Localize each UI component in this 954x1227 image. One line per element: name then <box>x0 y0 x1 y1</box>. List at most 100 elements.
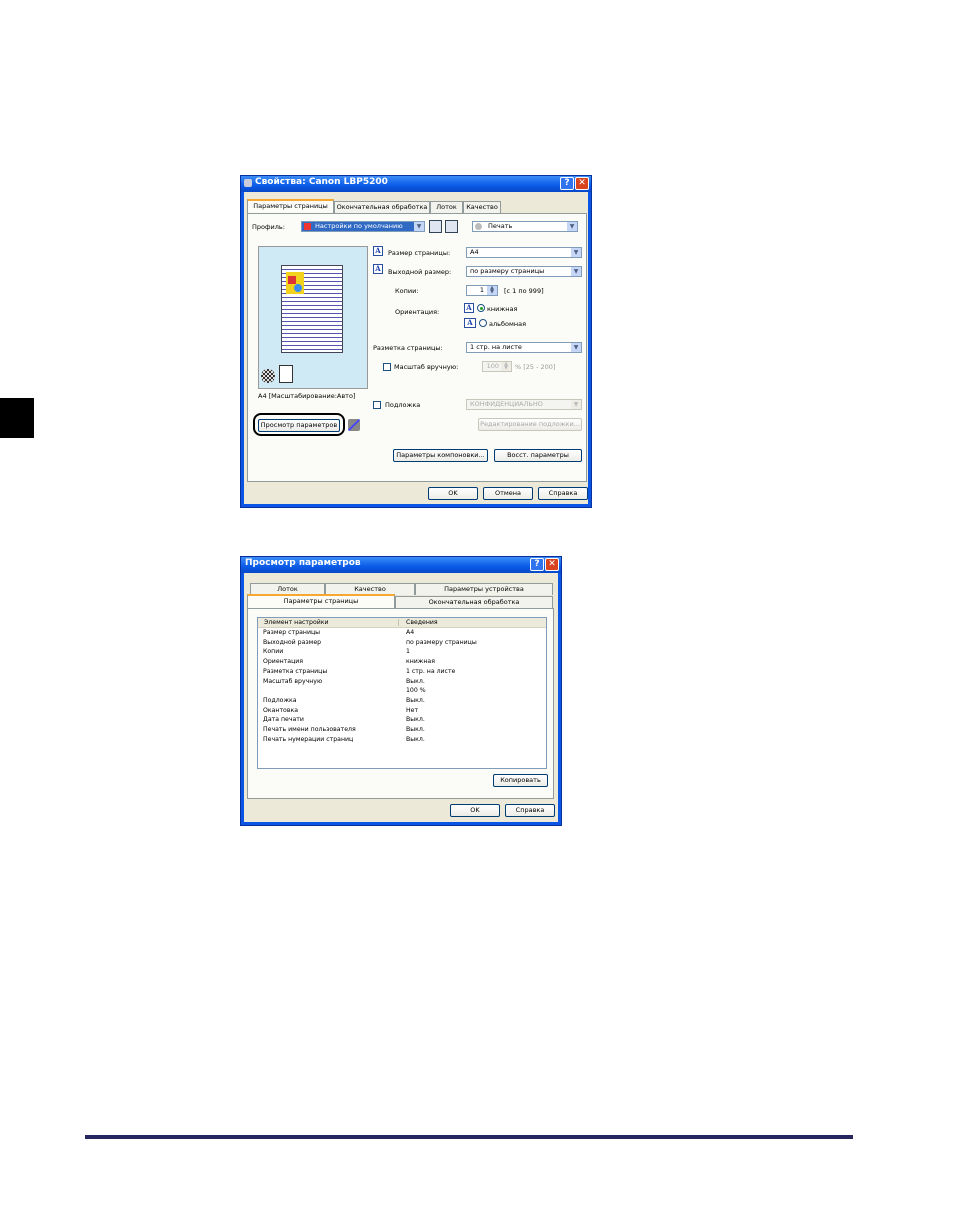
manual-scale-range: % [25 - 200] <box>515 363 556 371</box>
landscape-label: альбомная <box>489 320 527 328</box>
dialog-body: Лоток Качество Параметры устройства Пара… <box>244 573 558 822</box>
portrait-radio[interactable] <box>477 304 485 312</box>
column-header-info[interactable]: Сведения <box>406 619 438 626</box>
setting-value: 1 <box>406 648 410 656</box>
chevron-down-icon[interactable]: ▼ <box>571 343 581 352</box>
help-button[interactable]: Справка <box>505 804 555 817</box>
ok-button[interactable]: OK <box>450 804 500 817</box>
title-bar: Просмотр параметров ? ✕ <box>241 557 561 573</box>
manual-scale-checkbox[interactable] <box>383 363 391 371</box>
page-size-select[interactable]: A4 ▼ <box>466 247 582 258</box>
highlight-circle <box>253 413 345 436</box>
column-divider <box>398 619 399 626</box>
setting-value: A4 <box>406 629 415 636</box>
copies-range: [с 1 по 999] <box>504 287 544 295</box>
chevron-down-icon[interactable]: ▼ <box>567 222 577 231</box>
close-icon[interactable]: ✕ <box>575 177 589 190</box>
help-icon[interactable]: ? <box>530 558 544 571</box>
edit-profile-icon[interactable] <box>445 220 458 233</box>
spinner-arrows-icon: ▲ ▼ <box>501 362 511 371</box>
profile-value: Настройки по умолчанию <box>315 222 403 230</box>
setting-value: Выкл. <box>406 696 425 704</box>
setting-value: Выкл. <box>406 735 425 743</box>
copy-button[interactable]: Копировать <box>493 774 548 787</box>
setting-item: Ориентация <box>263 658 304 666</box>
restore-defaults-button[interactable]: Восст. параметры <box>494 449 582 462</box>
portrait-icon: A <box>464 303 474 313</box>
setting-item: Копии <box>263 648 284 656</box>
tab-device-settings[interactable]: Параметры устройства <box>415 583 553 595</box>
output-size-select[interactable]: по размеру страницы ▼ <box>466 266 582 277</box>
profile-select[interactable]: Настройки по умолчанию ▼ <box>301 221 425 232</box>
help-icon[interactable]: ? <box>560 177 574 190</box>
profile-icon <box>304 223 311 230</box>
tab-finishing[interactable]: Окончательная обработка <box>395 596 553 608</box>
chapter-marker <box>0 398 34 438</box>
tab-panel: Элемент настройки Сведения Размер страни… <box>247 608 554 799</box>
watermark-label: Подложка <box>385 401 421 409</box>
copies-label: Копии: <box>395 287 419 295</box>
cancel-button[interactable]: Отмена <box>483 487 533 500</box>
output-method-select[interactable]: Печать ▼ <box>472 221 578 232</box>
chevron-down-icon[interactable]: ▼ <box>414 222 424 231</box>
chevron-down-icon[interactable]: ▼ <box>571 267 581 276</box>
print-icon <box>475 223 482 230</box>
page-layout-label: Разметка страницы: <box>373 344 443 352</box>
landscape-radio[interactable] <box>479 319 487 327</box>
preview-sheet <box>281 265 343 353</box>
setting-item: Размер страницы <box>263 629 321 636</box>
chevron-down-icon: ▼ <box>571 400 581 409</box>
page-size-icon: A <box>373 246 383 256</box>
wrench-icon[interactable] <box>348 419 360 431</box>
copies-value: 1 <box>479 286 484 294</box>
portrait-label: книжная <box>487 305 518 313</box>
setting-item: Подложка <box>263 696 297 704</box>
setting-value: по размеру страницы <box>406 638 477 646</box>
output-size-label: Выходной размер: <box>388 268 452 276</box>
watermark-checkbox[interactable] <box>373 401 381 409</box>
output-size-value: по размеру страницы <box>470 267 545 275</box>
tab-finishing[interactable]: Окончательная обработка <box>334 201 430 213</box>
print-quality-icon <box>261 369 275 383</box>
orientation-label: Ориентация: <box>395 308 440 316</box>
setting-value: 1 стр. на листе <box>406 667 456 675</box>
setting-item: Выходной размер <box>263 638 322 646</box>
tab-quality[interactable]: Качество <box>463 201 501 213</box>
setting-item: Печать нумерации страниц <box>263 735 354 743</box>
setting-value: книжная <box>406 658 435 666</box>
tab-page-setup[interactable]: Параметры страницы <box>247 199 334 213</box>
landscape-icon: A <box>464 318 476 328</box>
title-bar: Свойства: Canon LBP5200 ? ✕ <box>241 176 591 192</box>
close-icon[interactable]: ✕ <box>545 558 559 571</box>
footer-rule <box>85 1135 853 1139</box>
add-profile-icon[interactable] <box>429 220 442 233</box>
preview-caption: A4 [Масштабирование:Авто] <box>258 392 356 400</box>
tab-page-setup[interactable]: Параметры страницы <box>247 594 395 608</box>
page-layout-select[interactable]: 1 стр. на листе ▼ <box>466 342 582 353</box>
page-preview <box>258 246 368 389</box>
list-header: Элемент настройки Сведения <box>258 618 546 628</box>
spinner-arrows-icon[interactable]: ▲ ▼ <box>487 286 497 295</box>
profile-label: Профиль: <box>252 223 285 231</box>
help-button[interactable]: Справка <box>538 487 588 500</box>
dialog-title: Просмотр параметров <box>245 558 361 568</box>
layout-params-button[interactable]: Параметры компоновки... <box>393 449 488 462</box>
column-header-item[interactable]: Элемент настройки <box>264 619 329 626</box>
settings-list[interactable]: Элемент настройки Сведения Размер страни… <box>257 617 547 769</box>
manual-scale-label: Масштаб вручную: <box>394 363 459 371</box>
setting-value: Выкл. <box>406 677 425 685</box>
edit-watermark-button: Редактирование подложки... <box>478 418 582 431</box>
tab-paper-source[interactable]: Лоток <box>430 201 463 213</box>
copies-spinner[interactable]: 1 ▲ ▼ <box>466 285 498 296</box>
dialog-title: Свойства: Canon LBP5200 <box>255 177 388 187</box>
setting-item: Печать имени пользователя <box>263 726 356 733</box>
setting-item: Масштаб вручную <box>263 677 323 685</box>
ok-button[interactable]: OK <box>428 487 478 500</box>
view-settings-dialog: Просмотр параметров ? ✕ Лоток Качество П… <box>240 556 562 826</box>
manual-scale-spinner: 100 ▲ ▼ <box>482 361 512 372</box>
preview-graphic-blue <box>294 284 302 292</box>
chevron-down-icon[interactable]: ▼ <box>571 248 581 257</box>
manual-scale-value: 100 <box>486 362 499 370</box>
tab-panel: Профиль: Настройки по умолчанию ▼ Печать… <box>247 213 587 482</box>
dialog-body: Параметры страницы Окончательная обработ… <box>244 192 588 504</box>
